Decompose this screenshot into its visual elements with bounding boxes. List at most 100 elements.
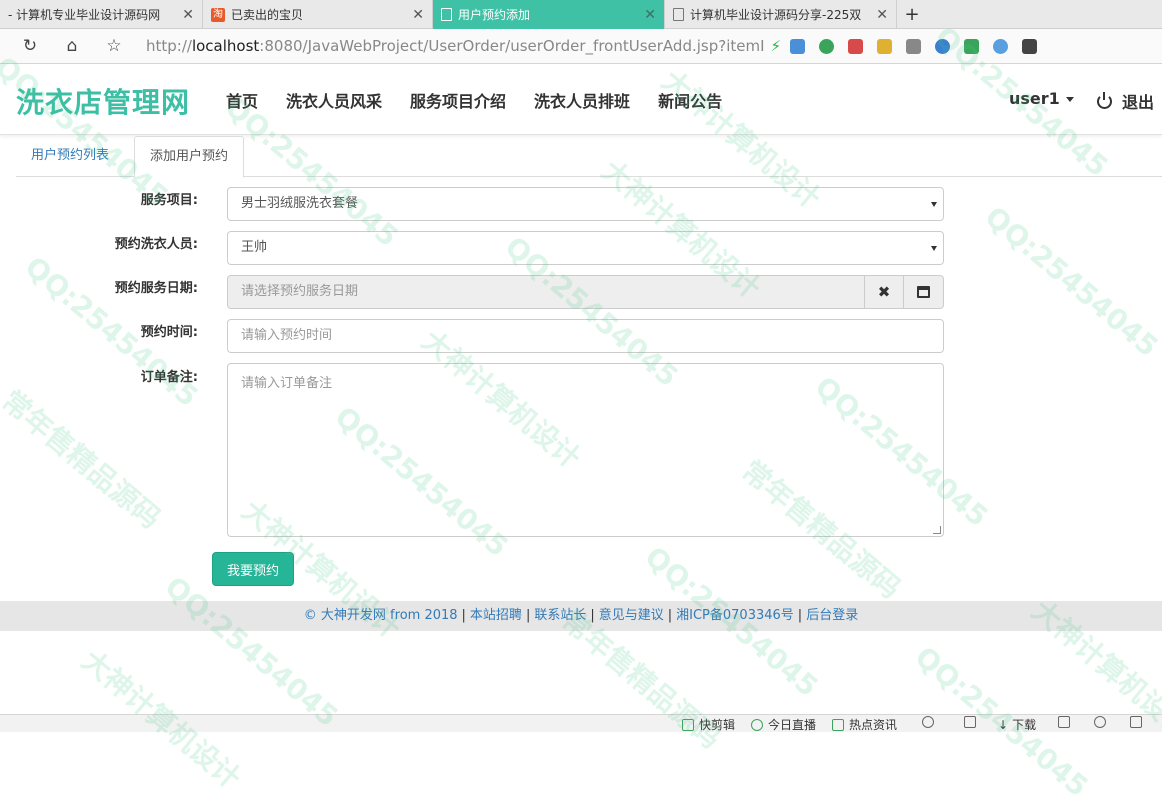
tab-order-list[interactable]: 用户预约列表 bbox=[16, 136, 124, 177]
search-icon[interactable] bbox=[935, 38, 950, 54]
calendar-button[interactable] bbox=[904, 275, 944, 309]
nav-workers[interactable]: 洗衣人员风采 bbox=[286, 88, 382, 112]
nav-schedule[interactable]: 洗衣人员排班 bbox=[534, 88, 630, 112]
note-placeholder: 请输入订单备注 bbox=[241, 376, 333, 391]
service-value: 男士羽绒服洗衣套餐 bbox=[241, 196, 359, 211]
taobao-icon: 淘 bbox=[211, 7, 225, 22]
status-item-window[interactable] bbox=[1130, 716, 1147, 728]
browser-status-bar: 快剪辑 今日直播 热点资讯 ↓ 下载 bbox=[0, 714, 1162, 732]
status-item-news[interactable]: 热点资讯 bbox=[832, 716, 897, 733]
status-item-sound[interactable] bbox=[1094, 716, 1111, 728]
status-item-speed[interactable] bbox=[922, 716, 939, 728]
footer-link-jobs[interactable]: 本站招聘 bbox=[470, 608, 522, 623]
zoom-out-icon[interactable] bbox=[993, 38, 1008, 54]
bookmark-star-icon[interactable]: ☆ bbox=[102, 34, 126, 58]
tab-add-order[interactable]: 添加用户预约 bbox=[134, 136, 245, 178]
menu-icon[interactable] bbox=[1022, 38, 1037, 54]
footer-link-contact[interactable]: 联系站长 bbox=[534, 608, 586, 623]
live-icon bbox=[751, 718, 763, 731]
page-icon bbox=[441, 8, 452, 21]
time-placeholder: 请输入预约时间 bbox=[241, 328, 333, 343]
watermark: QQ:25454045 bbox=[978, 200, 1162, 364]
play-icon bbox=[682, 718, 694, 731]
status-label: 下载 bbox=[1012, 718, 1037, 732]
url-field[interactable]: http://localhost:8080/JavaWebProject/Use… bbox=[140, 37, 780, 55]
home-icon[interactable]: ⌂ bbox=[60, 34, 84, 58]
footer-link-feedback[interactable]: 意见与建议 bbox=[599, 608, 664, 623]
dictionary-icon[interactable] bbox=[848, 38, 863, 54]
logout-label: 退出 bbox=[1122, 93, 1155, 112]
browser-tab-4[interactable]: 计算机毕业设计源码分享-225双 ✕ bbox=[665, 0, 897, 29]
logout-link[interactable]: 退出 bbox=[1097, 89, 1154, 113]
url-rest: :8080/JavaWebProject/UserOrder/userOrder… bbox=[259, 37, 765, 55]
status-item-download[interactable]: ↓ 下载 bbox=[998, 716, 1036, 733]
close-icon[interactable]: ✕ bbox=[182, 7, 194, 23]
status-label: 快剪辑 bbox=[699, 718, 736, 732]
submit-order-button[interactable]: 我要预约 bbox=[212, 552, 294, 586]
main-nav: 首页 洗衣人员风采 服务项目介绍 洗衣人员排班 新闻公告 bbox=[212, 88, 736, 112]
date-picker-group: 请选择预约服务日期 ✖ bbox=[227, 275, 944, 309]
address-toolbar: ↻ ⌂ ☆ http://localhost:8080/JavaWebProje… bbox=[0, 29, 1162, 64]
close-icon[interactable]: ✕ bbox=[876, 7, 888, 23]
screenshot-icon[interactable] bbox=[877, 38, 892, 54]
news-icon bbox=[832, 718, 844, 731]
url-prefix: http:// bbox=[146, 37, 192, 55]
note-textarea[interactable]: 请输入订单备注 bbox=[227, 363, 944, 537]
footer-link-icp[interactable]: 湘ICP备0703346号 bbox=[676, 608, 794, 623]
browser-tab-1[interactable]: - 计算机专业毕业设计源码网 ✕ bbox=[0, 0, 203, 29]
new-tab-button[interactable]: + bbox=[897, 0, 927, 29]
close-icon[interactable]: ✕ bbox=[412, 7, 424, 23]
url-host: localhost bbox=[191, 37, 260, 55]
page-tabs: 用户预约列表 添加用户预约 bbox=[16, 136, 1162, 178]
sound-icon bbox=[1094, 716, 1106, 728]
power-icon bbox=[1097, 91, 1112, 109]
close-icon[interactable]: ✕ bbox=[644, 7, 656, 23]
browser-tab-bar: - 计算机专业毕业设计源码网 ✕ 淘 已卖出的宝贝 ✕ 用户预约添加 ✕ 计算机… bbox=[0, 0, 1162, 29]
browser-tab-title: 已卖出的宝贝 bbox=[231, 8, 304, 22]
site-footer: © 大神开发网 from 2018 | 本站招聘 | 联系站长 | 意见与建议 | 湘ICP备0… bbox=[0, 601, 1162, 631]
service-label: 服务项目: bbox=[140, 193, 198, 208]
time-label: 预约时间: bbox=[140, 325, 198, 340]
flag-icon bbox=[1058, 716, 1070, 728]
worker-select[interactable]: 王帅 bbox=[227, 231, 944, 265]
worker-value: 王帅 bbox=[241, 240, 268, 255]
dropdown-arrow-icon bbox=[931, 202, 937, 207]
browser-tab-title: 用户预约添加 bbox=[458, 8, 531, 22]
note-label: 订单备注: bbox=[140, 370, 198, 385]
date-input[interactable]: 请选择预约服务日期 bbox=[227, 275, 864, 309]
site-brand[interactable]: 洗衣店管理网 bbox=[16, 81, 190, 121]
watermark: 常年售精品源码 bbox=[0, 383, 167, 536]
nav-services[interactable]: 服务项目介绍 bbox=[410, 88, 506, 112]
lightning-icon[interactable]: ⚡ bbox=[771, 37, 780, 55]
dropdown-arrow-icon bbox=[931, 246, 937, 251]
footer-link-admin[interactable]: 后台登录 bbox=[806, 608, 858, 623]
apps-icon[interactable] bbox=[790, 38, 805, 54]
status-item-flag[interactable] bbox=[1058, 716, 1075, 728]
reload-icon[interactable]: ↻ bbox=[18, 34, 42, 58]
watermark: QQ:25454045 bbox=[158, 570, 345, 734]
rocket-icon bbox=[964, 716, 976, 728]
download-arrow-icon: ↓ bbox=[998, 717, 1009, 732]
clear-date-button[interactable]: ✖ bbox=[864, 275, 904, 309]
site-header: 洗衣店管理网 首页 洗衣人员风采 服务项目介绍 洗衣人员排班 新闻公告 user… bbox=[0, 64, 1162, 135]
browser-tab-2[interactable]: 淘 已卖出的宝贝 ✕ bbox=[203, 0, 433, 29]
nav-home[interactable]: 首页 bbox=[226, 88, 258, 112]
browser-tab-title: 计算机毕业设计源码分享-225双 bbox=[690, 8, 862, 22]
game-icon[interactable] bbox=[906, 38, 921, 54]
worker-label: 预约洗衣人员: bbox=[114, 237, 198, 252]
calendar-icon bbox=[917, 286, 930, 298]
reader-icon[interactable] bbox=[964, 38, 979, 54]
status-item-clip[interactable]: 快剪辑 bbox=[682, 716, 735, 733]
user-name: user1 bbox=[1009, 89, 1060, 108]
extension-icons bbox=[790, 38, 1037, 54]
time-input[interactable]: 请输入预约时间 bbox=[227, 319, 944, 353]
status-item-live[interactable]: 今日直播 bbox=[751, 716, 816, 733]
speed-icon bbox=[922, 716, 934, 728]
status-item-rocket[interactable] bbox=[964, 716, 981, 728]
browser-tab-3-active[interactable]: 用户预约添加 ✕ bbox=[433, 0, 665, 29]
service-select[interactable]: 男士羽绒服洗衣套餐 bbox=[227, 187, 944, 221]
currency-icon[interactable] bbox=[819, 38, 834, 54]
resize-grip-icon[interactable] bbox=[933, 526, 941, 534]
nav-news[interactable]: 新闻公告 bbox=[658, 88, 722, 112]
user-menu[interactable]: user1 bbox=[1009, 89, 1074, 108]
